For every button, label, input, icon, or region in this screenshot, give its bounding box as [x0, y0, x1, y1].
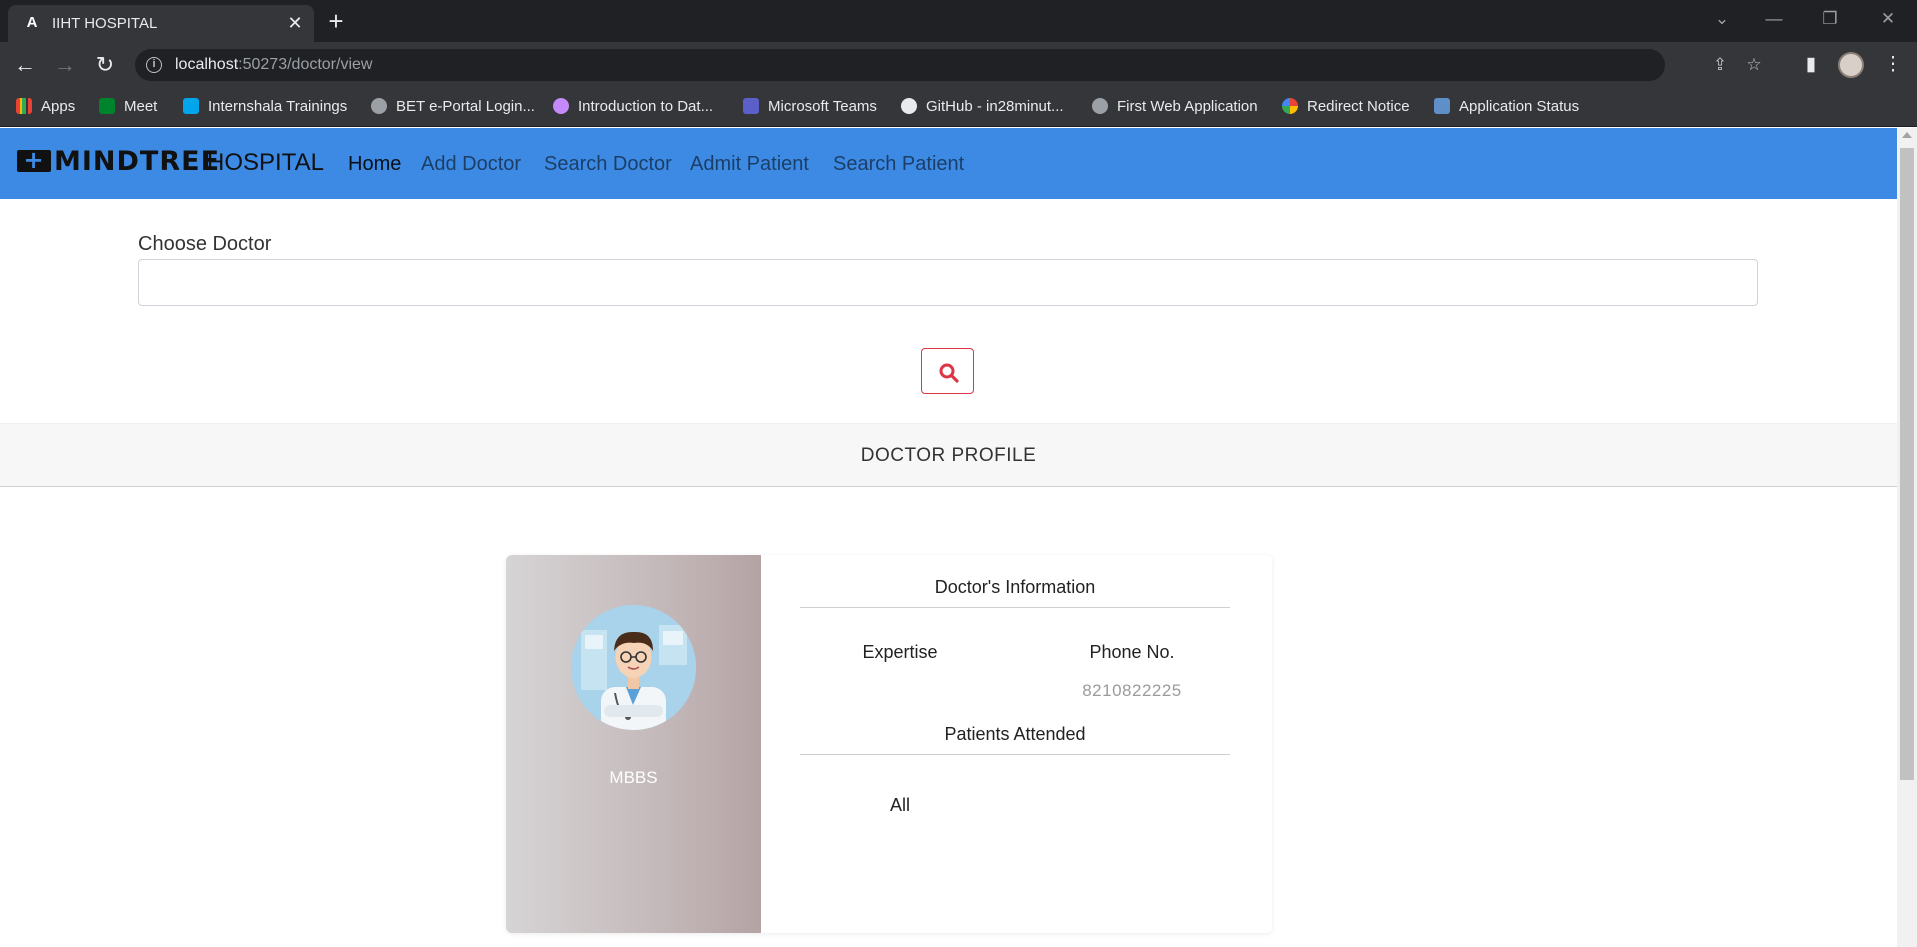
expertise-label: Expertise	[862, 642, 938, 662]
tab-strip: A IIHT HOSPITAL ✕ + ⌄ — ❐ ✕	[0, 0, 1917, 42]
url-text: localhost:50273/doctor/view	[175, 56, 373, 73]
patients-attended-title: Patients Attended	[800, 724, 1230, 755]
doctor-profile-title: DOCTOR PROFILE	[860, 445, 1037, 466]
doctor-avatar	[571, 605, 696, 730]
github-icon	[901, 98, 917, 114]
back-button[interactable]: ←	[10, 50, 40, 80]
profile-avatar[interactable]	[1838, 52, 1864, 78]
globe-icon	[371, 98, 387, 114]
bookmark-meet[interactable]: Meet	[99, 97, 157, 117]
patients-attended-value: All	[889, 795, 910, 815]
choose-doctor-input[interactable]	[138, 259, 1758, 306]
google-icon	[1282, 98, 1298, 114]
app-navbar: MINDTREE HOSPITAL Home Add Doctor Search…	[0, 128, 1897, 199]
search-button[interactable]	[921, 348, 974, 394]
bookmark-intro-data[interactable]: Introduction to Dat...	[553, 97, 713, 117]
restore-button[interactable]: ❐	[1812, 6, 1848, 32]
hospital-cross-icon	[17, 147, 51, 173]
doctor-info-title: Doctor's Information	[800, 577, 1230, 608]
course-icon	[553, 98, 569, 114]
search-icon	[939, 363, 959, 383]
scroll-up-arrow-icon[interactable]	[1902, 132, 1912, 138]
menu-kebab-icon[interactable]: ⋮	[1878, 50, 1908, 80]
page-content: MINDTREE HOSPITAL Home Add Doctor Search…	[0, 128, 1897, 947]
meet-icon	[99, 98, 115, 114]
reload-button[interactable]: ↻	[90, 50, 120, 80]
close-tab-icon[interactable]: ✕	[284, 12, 306, 34]
tab-title: IIHT HOSPITAL	[52, 15, 158, 32]
bookmark-internshala[interactable]: Internshala Trainings	[183, 97, 347, 117]
doctor-illustration-icon	[571, 605, 696, 730]
application-icon	[1434, 98, 1450, 114]
phone-value: 8210822225	[1082, 681, 1182, 700]
teams-icon	[743, 98, 759, 114]
bookmark-teams[interactable]: Microsoft Teams	[743, 97, 877, 117]
site-info-icon[interactable]: i	[146, 57, 162, 73]
new-tab-button[interactable]: +	[322, 8, 350, 36]
bookmark-application-status[interactable]: Application Status	[1434, 97, 1579, 117]
browser-tab[interactable]: A IIHT HOSPITAL ✕	[8, 5, 314, 42]
internshala-icon	[183, 98, 199, 114]
address-bar[interactable]: i localhost:50273/doctor/view ⇪ ☆	[135, 49, 1762, 81]
bookmark-first-web-app[interactable]: First Web Application	[1092, 97, 1258, 117]
tab-search-icon[interactable]: ⌄	[1704, 6, 1740, 32]
nav-add-doctor[interactable]: Add Doctor	[421, 152, 521, 176]
scrollbar-thumb[interactable]	[1900, 148, 1914, 780]
mindtree-logo[interactable]: MINDTREE	[17, 147, 220, 175]
doctor-profile-card: MBBS Doctor's Information Expertise Phon…	[506, 555, 1272, 933]
bookmark-apps[interactable]: Apps	[16, 97, 75, 117]
nav-home[interactable]: Home	[348, 152, 401, 176]
bookmark-github[interactable]: GitHub - in28minut...	[901, 97, 1064, 117]
bookmark-redirect-notice[interactable]: Redirect Notice	[1282, 97, 1410, 117]
bookmark-bet-portal[interactable]: BET e-Portal Login...	[371, 97, 535, 117]
doctor-degree: MBBS	[609, 768, 658, 787]
choose-doctor-label: Choose Doctor	[138, 233, 272, 255]
nav-search-doctor[interactable]: Search Doctor	[544, 152, 672, 176]
globe-icon	[1092, 98, 1108, 114]
bookmark-star-icon[interactable]: ☆	[1743, 54, 1765, 76]
minimize-button[interactable]: —	[1756, 6, 1792, 32]
page-scrollbar[interactable]	[1897, 128, 1917, 947]
close-window-button[interactable]: ✕	[1870, 6, 1906, 32]
phone-label: Phone No.	[1089, 642, 1175, 662]
apps-grid-icon	[16, 98, 32, 114]
forward-button[interactable]: →	[50, 50, 80, 80]
side-panel-icon[interactable]: ▮	[1796, 50, 1826, 80]
nav-search-patient[interactable]: Search Patient	[833, 152, 964, 176]
browser-toolbar: ← → ↻ i localhost:50273/doctor/view ⇪ ☆	[0, 42, 1917, 87]
doctor-profile-header: DOCTOR PROFILE	[0, 423, 1897, 487]
bookmarks-bar: Apps Meet Internshala Trainings BET e-Po…	[0, 87, 1917, 127]
nav-admit-patient[interactable]: Admit Patient	[690, 152, 809, 176]
angular-favicon-icon: A	[26, 14, 38, 31]
doctor-card-sidebar: MBBS	[506, 555, 761, 933]
share-icon[interactable]: ⇪	[1709, 54, 1731, 76]
brand-title[interactable]: HOSPITAL	[207, 150, 324, 176]
